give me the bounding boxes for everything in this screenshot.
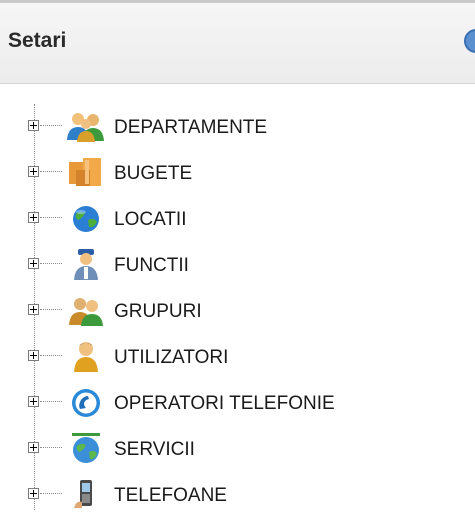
tree-node-label[interactable]: LOCATII: [114, 209, 187, 231]
tree-node-grupuri[interactable]: GRUPURI: [0, 288, 475, 334]
expand-toggle[interactable]: [28, 350, 39, 361]
help-icon[interactable]: [464, 29, 475, 53]
expand-toggle[interactable]: [28, 396, 39, 407]
tree-branch-line: [40, 493, 62, 494]
tree-node-utilizatori[interactable]: UTILIZATORI: [0, 334, 475, 380]
tree-node-departamente[interactable]: DEPARTAMENTE: [0, 104, 475, 150]
users-group-icon: [67, 113, 104, 142]
tree-node-label[interactable]: GRUPURI: [114, 301, 202, 323]
tree-branch-line: [40, 125, 62, 126]
settings-panel: Setari DEPARTAMENTE BUGETE LOCATII FUNCT…: [0, 0, 475, 514]
tree-branch-line: [40, 447, 62, 448]
services-globe-icon: [72, 433, 100, 463]
tree-branch-line: [40, 171, 62, 172]
role-person-icon: [74, 249, 98, 280]
user-icon: [74, 342, 98, 372]
tree-branch-line: [40, 263, 62, 264]
tree-branch-line: [40, 401, 62, 402]
expand-toggle[interactable]: [28, 488, 39, 499]
expand-toggle[interactable]: [28, 166, 39, 177]
tree-node-operatori-telefonie[interactable]: OPERATORI TELEFONIE: [0, 380, 475, 426]
globe-icon: [73, 206, 99, 232]
tree-node-label[interactable]: UTILIZATORI: [114, 347, 228, 369]
tree-node-telefoane[interactable]: TELEFOANE: [0, 472, 475, 518]
phone-operator-icon: [72, 389, 100, 417]
expand-toggle[interactable]: [28, 442, 39, 453]
tree-branch-line: [40, 217, 62, 218]
expand-toggle[interactable]: [28, 212, 39, 223]
tree-node-label[interactable]: BUGETE: [114, 163, 192, 185]
tree-node-label[interactable]: FUNCTII: [114, 255, 189, 277]
group-icon: [69, 298, 103, 326]
tree-node-servicii[interactable]: SERVICII: [0, 426, 475, 472]
tree-node-label[interactable]: SERVICII: [114, 439, 195, 461]
tree-node-bugete[interactable]: BUGETE: [0, 150, 475, 196]
tree-node-label[interactable]: OPERATORI TELEFONIE: [114, 393, 335, 415]
tree-branch-line: [40, 309, 62, 310]
budget-boxes-icon: [69, 158, 101, 186]
tree-node-label[interactable]: TELEFOANE: [114, 485, 227, 507]
tree-node-locatii[interactable]: LOCATII: [0, 196, 475, 242]
tree-node-functii[interactable]: FUNCTII: [0, 242, 475, 288]
expand-toggle[interactable]: [28, 258, 39, 269]
tree-branch-line: [40, 355, 62, 356]
tree-node-label[interactable]: DEPARTAMENTE: [114, 117, 267, 139]
expand-toggle[interactable]: [28, 304, 39, 315]
mobile-phone-icon: [74, 480, 92, 508]
panel-title: Setari: [8, 29, 67, 52]
panel-header: Setari: [0, 3, 475, 84]
expand-toggle[interactable]: [28, 120, 39, 131]
